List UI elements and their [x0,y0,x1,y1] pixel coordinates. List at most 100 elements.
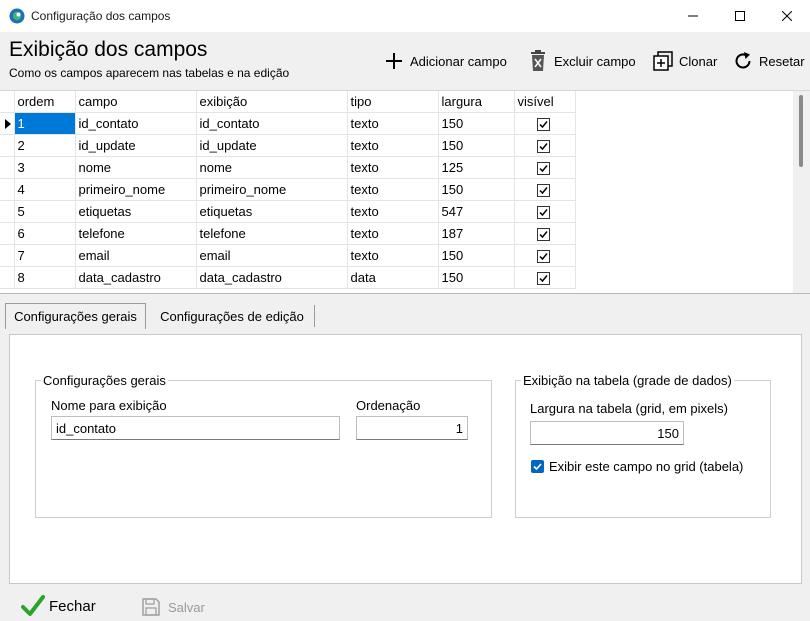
cell-exibicao[interactable]: id_contato [196,112,348,135]
cell-campo[interactable]: telefone [75,222,197,245]
width-input[interactable]: 150 [530,421,684,445]
cell-exibicao[interactable]: primeiro_nome [196,178,348,201]
cell-largura[interactable]: 150 [438,112,515,135]
cell-tipo[interactable]: texto [347,156,439,179]
row-selector[interactable] [0,244,15,267]
minimize-button[interactable] [670,0,716,32]
cell-largura[interactable]: 150 [438,244,515,267]
cell-exibicao[interactable]: etiquetas [196,200,348,223]
visible-checkbox[interactable] [536,183,550,197]
cell-tipo[interactable]: texto [347,112,439,135]
close-window-button[interactable] [764,0,810,32]
cell-ordem[interactable]: 7 [14,244,76,267]
cell-visivel[interactable] [514,244,576,267]
tab-edit-settings[interactable]: Configurações de edição [149,303,315,329]
column-header-campo[interactable]: campo [75,91,197,113]
cell-exibicao[interactable]: email [196,244,348,267]
table-row[interactable]: 5 etiquetas etiquetas texto 547 [0,200,576,223]
cell-ordem[interactable]: 8 [14,266,76,289]
row-selector[interactable] [0,134,15,157]
visible-checkbox[interactable] [536,271,550,285]
grid-scrollbar[interactable] [793,91,810,293]
cell-campo[interactable]: nome [75,156,197,179]
table-row[interactable]: 4 primeiro_nome primeiro_nome texto 150 [0,178,576,201]
cell-visivel[interactable] [514,134,576,157]
cell-visivel[interactable] [514,178,576,201]
reset-button[interactable]: Resetar [733,48,805,74]
cell-campo[interactable]: etiquetas [75,200,197,223]
cell-exibicao[interactable]: data_cadastro [196,266,348,289]
table-row[interactable]: 7 email email texto 150 [0,244,576,267]
cell-exibicao[interactable]: nome [196,156,348,179]
column-header-largura[interactable]: largura [438,91,515,113]
cell-ordem[interactable]: 2 [14,134,76,157]
row-selector[interactable] [0,200,15,223]
visible-checkbox[interactable] [536,249,550,263]
cell-tipo[interactable]: texto [347,200,439,223]
column-header-visivel[interactable]: visível [514,91,576,113]
grid-scrollbar-thumb[interactable] [799,95,803,167]
cell-largura[interactable]: 150 [438,134,515,157]
cell-largura[interactable]: 125 [438,156,515,179]
close-button[interactable]: Fechar [20,593,96,619]
display-name-input[interactable]: id_contato [51,416,340,440]
cell-exibicao[interactable]: id_update [196,134,348,157]
row-selector[interactable] [0,112,15,135]
save-button[interactable]: Salvar [141,597,205,617]
add-field-label: Adicionar campo [410,53,507,69]
row-selector[interactable] [0,178,15,201]
cell-tipo[interactable]: texto [347,222,439,245]
cell-ordem[interactable]: 3 [14,156,76,179]
table-row[interactable]: 6 telefone telefone texto 187 [0,222,576,245]
cell-largura[interactable]: 187 [438,222,515,245]
cell-campo[interactable]: email [75,244,197,267]
visible-checkbox[interactable] [536,161,550,175]
visible-checkbox[interactable] [536,117,550,131]
cell-campo[interactable]: data_cadastro [75,266,197,289]
cell-campo[interactable]: id_update [75,134,197,157]
order-input[interactable]: 1 [356,416,468,440]
cell-tipo[interactable]: texto [347,244,439,267]
column-header-tipo[interactable]: tipo [347,91,439,113]
tab-general-settings[interactable]: Configurações gerais [5,303,146,329]
row-selector[interactable] [0,156,15,179]
cell-campo[interactable]: id_contato [75,112,197,135]
cell-ordem[interactable]: 6 [14,222,76,245]
maximize-button[interactable] [717,0,763,32]
visible-checkbox[interactable] [536,227,550,241]
app-logo-icon [9,8,25,24]
cell-exibicao[interactable]: telefone [196,222,348,245]
cell-ordem[interactable]: 1 [14,112,76,135]
cell-campo[interactable]: primeiro_nome [75,178,197,201]
table-row[interactable]: 3 nome nome texto 125 [0,156,576,179]
cell-tipo[interactable]: texto [347,134,439,157]
delete-field-button[interactable]: Excluir campo [528,48,636,74]
cell-visivel[interactable] [514,112,576,135]
row-selector[interactable] [0,266,15,289]
cell-tipo[interactable]: texto [347,178,439,201]
cell-visivel[interactable] [514,222,576,245]
cell-ordem[interactable]: 5 [14,200,76,223]
cell-largura[interactable]: 150 [438,178,515,201]
cell-largura[interactable]: 150 [438,266,515,289]
cell-visivel[interactable] [514,200,576,223]
column-header-ordem[interactable]: ordem [14,91,76,113]
trash-icon [531,50,545,71]
fields-grid[interactable]: ordem campo exibição tipo largura visíve… [0,90,810,294]
row-selector[interactable] [0,222,15,245]
cell-tipo[interactable]: data [347,266,439,289]
header: Exibição dos campos Como os campos apare… [0,32,810,90]
add-field-button[interactable]: Adicionar campo [384,48,507,74]
column-header-exibicao[interactable]: exibição [196,91,348,113]
table-row[interactable]: 2 id_update id_update texto 150 [0,134,576,157]
table-row[interactable]: 8 data_cadastro data_cadastro data 150 [0,266,576,289]
table-row[interactable]: 1 id_contato id_contato texto 150 [0,112,576,135]
cell-largura[interactable]: 547 [438,200,515,223]
visible-checkbox[interactable] [536,205,550,219]
show-in-grid-checkbox[interactable]: Exibir este campo no grid (tabela) [531,459,743,474]
cell-visivel[interactable] [514,156,576,179]
cell-ordem[interactable]: 4 [14,178,76,201]
cell-visivel[interactable] [514,266,576,289]
clone-button[interactable]: Clonar [653,48,717,74]
visible-checkbox[interactable] [536,139,550,153]
